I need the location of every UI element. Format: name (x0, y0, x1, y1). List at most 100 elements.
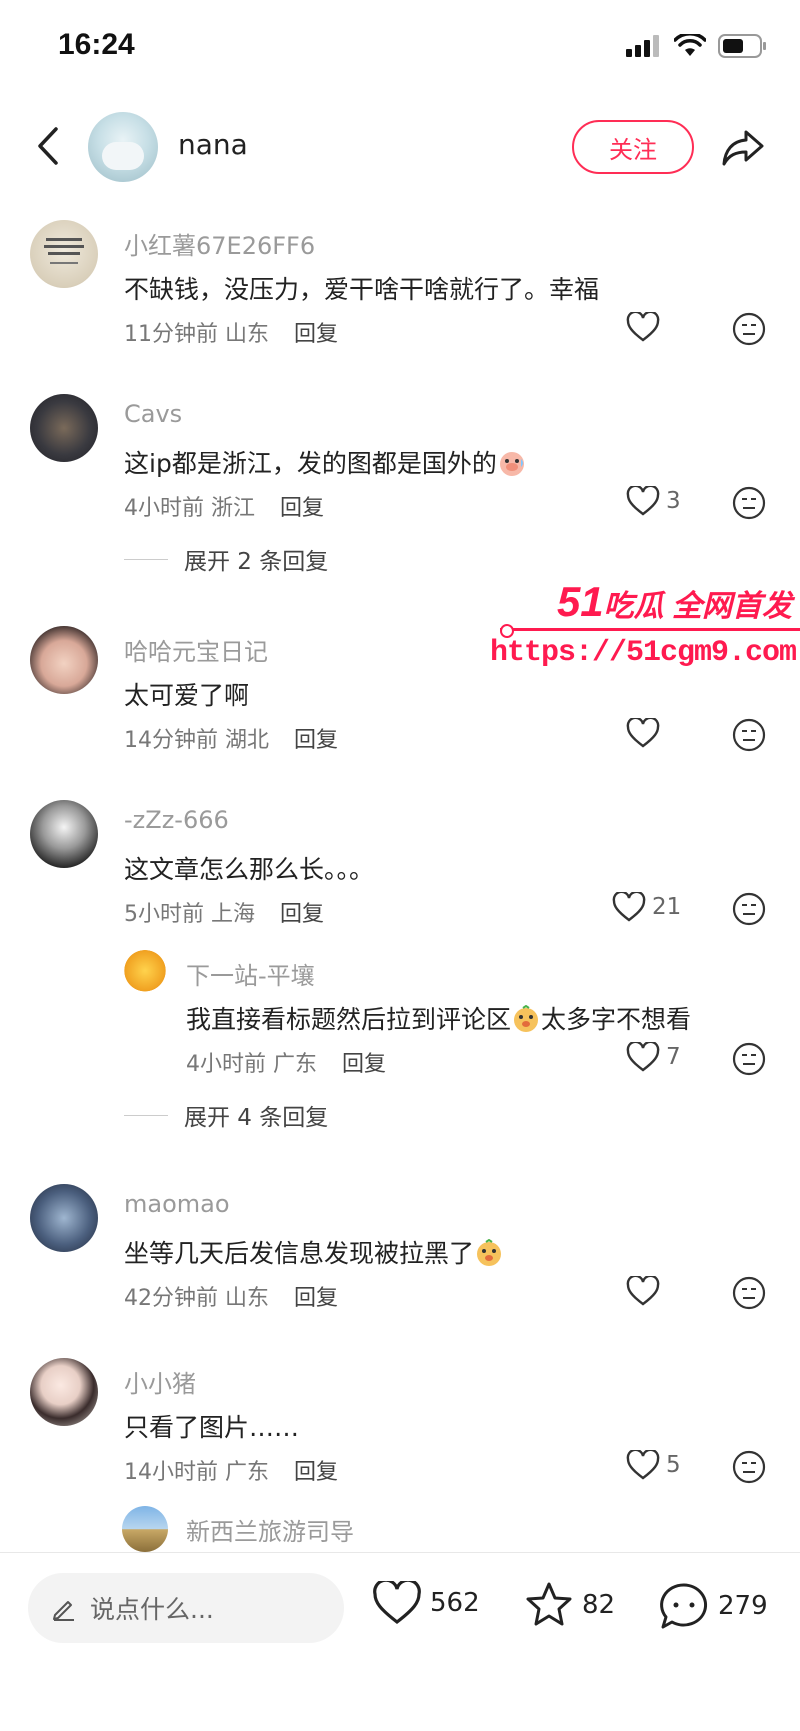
share-button[interactable] (720, 124, 766, 170)
comment-meta: 4小时前 浙江 回复 (124, 490, 324, 522)
like-button[interactable] (626, 1276, 660, 1306)
watermark: 51吃瓜 全网首发 https://51cgm9.com (490, 578, 800, 678)
author-username[interactable]: nana (178, 128, 248, 161)
comment-location: 上海 (211, 902, 256, 927)
comment-location: 山东 (225, 1286, 270, 1311)
reply-button[interactable]: 回复 (294, 1460, 338, 1485)
expand-replies-button[interactable]: 展开 2 条回复 (124, 542, 328, 576)
expand-replies-label: 展开 2 条回复 (184, 549, 329, 575)
status-time: 16:24 (58, 28, 135, 61)
heart-icon (626, 486, 660, 516)
comment-input-placeholder: 说点什么... (90, 1595, 214, 1624)
comment-text: 坐等几天后发信息发现被拉黑了 (124, 1234, 504, 1270)
dislike-icon[interactable] (732, 1042, 766, 1076)
commenter-avatar[interactable] (30, 800, 98, 868)
like-button[interactable] (626, 718, 660, 748)
replier-name[interactable]: 新西兰旅游司导 (186, 1512, 354, 1547)
like-count: 7 (666, 1044, 681, 1070)
comment-location: 山东 (225, 322, 270, 347)
watermark-brand-number: 51 (556, 578, 604, 625)
comment-input[interactable]: 说点什么... (28, 1573, 344, 1643)
comment-text: 不缺钱，没压力，爱干啥干啥就行了。幸福 (124, 275, 600, 304)
reply-text-part-a: 我直接看标题然后拉到评论区 (186, 1005, 512, 1034)
signal-icon (626, 35, 659, 57)
comment-time: 11分钟前 (124, 322, 218, 347)
dislike-icon[interactable] (732, 312, 766, 346)
post-like-count: 562 (430, 1588, 480, 1618)
dislike-icon[interactable] (732, 486, 766, 520)
expand-replies-label: 展开 4 条回复 (184, 1105, 329, 1131)
replier-avatar[interactable] (122, 1506, 168, 1552)
heart-icon (626, 1450, 660, 1480)
reply-location: 广东 (273, 1052, 318, 1077)
reply-time: 4小时前 (186, 1052, 266, 1077)
comment-time: 14分钟前 (124, 728, 218, 753)
commenter-name[interactable]: 哈哈元宝日记 (124, 632, 268, 667)
expand-divider (124, 1114, 168, 1116)
like-button[interactable]: 7 (626, 1042, 681, 1072)
comment-count: 279 (718, 1591, 768, 1621)
dislike-icon[interactable] (732, 1276, 766, 1310)
reply-button[interactable]: 回复 (280, 902, 324, 927)
like-count: 3 (666, 488, 681, 514)
reply-button[interactable]: 回复 (294, 728, 338, 753)
wifi-icon (674, 34, 706, 56)
comment-meta: 42分钟前 山东 回复 (124, 1280, 338, 1312)
comment-meta: 14小时前 广东 回复 (124, 1454, 338, 1486)
expand-replies-button[interactable]: 展开 4 条回复 (124, 1098, 328, 1132)
reply-button[interactable]: 回复 (294, 1286, 338, 1311)
commenter-avatar[interactable] (30, 1184, 98, 1252)
like-post-button[interactable]: 562 (372, 1581, 480, 1625)
like-button[interactable]: 3 (626, 486, 681, 516)
comment-text: 这文章怎么那么长。。。 (124, 855, 375, 884)
dislike-icon[interactable] (732, 1450, 766, 1484)
watermark-brand: 51吃瓜 全网首发 (557, 578, 792, 626)
dislike-icon[interactable] (732, 718, 766, 752)
commenter-name[interactable]: 小红薯67E26FF6 (124, 226, 315, 261)
follow-button[interactable]: 关注 (572, 120, 694, 174)
system-icons (626, 34, 768, 58)
dog-emoji-icon (477, 1239, 502, 1266)
commenter-avatar[interactable] (30, 626, 98, 694)
watermark-brand-text: 吃瓜 全网首发 (603, 590, 792, 623)
star-icon (526, 1582, 572, 1626)
comment-location: 湖北 (225, 728, 270, 753)
commenter-avatar[interactable] (30, 394, 98, 462)
replier-name[interactable]: 下一站-平壤 (186, 956, 315, 991)
reply-text: 我直接看标题然后拉到评论区 太多字不想看 (186, 1000, 691, 1036)
heart-icon (373, 1581, 421, 1625)
reply-button[interactable]: 回复 (342, 1052, 386, 1077)
like-button[interactable] (626, 312, 660, 342)
comment-bubble-icon (660, 1583, 708, 1629)
reply-text-part-b: 太多字不想看 (541, 1005, 692, 1034)
status-bar: 16:24 (0, 0, 800, 96)
commenter-avatar[interactable] (30, 220, 98, 288)
like-button[interactable]: 21 (612, 892, 681, 922)
comment-location: 浙江 (211, 496, 256, 521)
author-avatar[interactable] (88, 112, 158, 182)
commenter-name[interactable]: maomao (124, 1190, 230, 1218)
bottom-action-bar: 说点什么... 562 82 279 (0, 1553, 800, 1731)
expand-divider (124, 558, 168, 560)
comment-location: 广东 (225, 1460, 270, 1485)
dog-emoji-icon (514, 1005, 539, 1032)
favorite-button[interactable]: 82 (524, 1581, 615, 1629)
replier-avatar[interactable] (122, 950, 168, 996)
battery-icon (718, 34, 766, 58)
comments-button[interactable]: 279 (658, 1581, 768, 1631)
commenter-avatar[interactable] (30, 1358, 98, 1426)
back-button[interactable] (30, 124, 66, 168)
dislike-icon[interactable] (732, 892, 766, 926)
reply-button[interactable]: 回复 (280, 496, 324, 521)
commenter-name[interactable]: -zZz-666 (124, 806, 229, 834)
chevron-left-icon (38, 127, 58, 165)
like-count: 5 (666, 1452, 681, 1478)
reply-button[interactable]: 回复 (294, 322, 338, 347)
like-button[interactable]: 5 (626, 1450, 681, 1480)
heart-icon (612, 892, 646, 922)
commenter-name[interactable]: 小小猪 (124, 1364, 196, 1399)
commenter-name[interactable]: Cavs (124, 400, 182, 428)
heart-icon (626, 312, 660, 342)
comment-text-content: 这ip都是浙江，发的图都是国外的 (124, 449, 497, 478)
comment-text: 这ip都是浙江，发的图都是国外的 (124, 444, 527, 480)
